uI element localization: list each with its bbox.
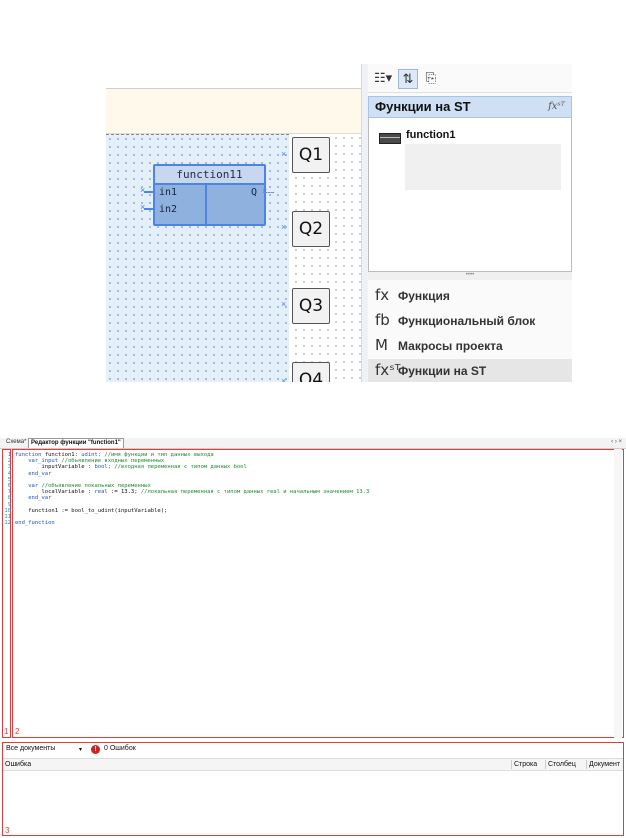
error-toolbar: Все документы ▾ ! 0 Ошибок [3, 743, 623, 757]
schema-canvas[interactable]: × × function11 in1 in2 Q × × × × × Q1 Q2… [106, 64, 361, 382]
code-line[interactable]: end_function [15, 520, 575, 526]
library-panel: ☷▾ ⇅ ⎘ Функции на ST fxˢᵀ function1 ••••… [368, 64, 572, 382]
code-token: end_function [15, 520, 55, 527]
function-table-icon [379, 133, 401, 144]
library-item-description [405, 144, 561, 190]
code-token: real [94, 489, 108, 496]
input-pin-in1[interactable]: in1 [159, 187, 177, 198]
fb-icon: fb [375, 311, 390, 329]
library-toolbar: ☷▾ ⇅ ⎘ [368, 64, 572, 93]
code-token: //объявление локальных переменных [41, 483, 151, 489]
code-token: function1 := bool_to_udint(inputVariable… [15, 507, 168, 514]
output-pin-q[interactable]: Q [251, 187, 257, 198]
code-text[interactable]: function function1: udint; //имя функции… [15, 452, 575, 526]
q1-connector-icon[interactable]: × [281, 149, 286, 159]
st-function-icon: fxˢᵀ [548, 101, 565, 112]
st-function-nav-icon: fxˢᵀ [375, 361, 401, 379]
macro-icon: M [375, 336, 388, 354]
fx-icon: fx [375, 286, 390, 304]
code-token: ; //входная переменная с типом данных bo… [107, 464, 247, 471]
view-options-icon[interactable]: ☷▾ [374, 69, 392, 87]
nav-function-block[interactable]: fb Функциональный блок [368, 309, 572, 333]
marker-3: 3 [5, 826, 10, 835]
marker-2: 2 [15, 727, 20, 736]
code-token: bool [94, 464, 108, 471]
library-splitter[interactable]: •••• [368, 272, 572, 280]
column-column[interactable]: Столбец [545, 760, 576, 769]
nav-project-macros[interactable]: M Макросы проекта [368, 334, 572, 358]
q3-connector-icon[interactable]: × [281, 299, 286, 309]
editor-tabbar: Схема* Редактор функции "function1" ‹ › … [0, 438, 626, 449]
output-q1[interactable]: Q1 [292, 137, 330, 173]
in2-connector-icon[interactable]: × [140, 202, 145, 212]
folder-icon[interactable]: ⎘ [422, 69, 440, 87]
code-token: end_var [15, 495, 52, 502]
nav-project-macros-label: Макросы проекта [398, 339, 503, 353]
function-editor-window: Схема* Редактор функции "function1" ‹ › … [0, 438, 626, 838]
nav-st-functions-label: Функции на ST [398, 364, 487, 378]
nav-function-label: Функция [398, 289, 450, 303]
code-token: inputVariable : [15, 464, 95, 471]
column-document[interactable]: Документ [586, 760, 620, 769]
error-list-panel: Все документы ▾ ! 0 Ошибок Ошибка Строка… [0, 742, 626, 838]
code-token: end_var [15, 470, 52, 477]
library-item-function1[interactable]: function1 [406, 129, 456, 141]
error-icon[interactable]: ! [91, 745, 100, 754]
code-token: //объявление входных переменных [61, 458, 165, 465]
marker-1: 1 [4, 727, 9, 736]
output-q2[interactable]: Q2 [292, 211, 330, 247]
line-number: 12 [4, 520, 11, 527]
output-q4[interactable]: Q4 [292, 362, 330, 382]
input-pin-in2[interactable]: in2 [159, 204, 177, 215]
code-token: := 13.3; [107, 489, 141, 496]
code-token: localVariable : [15, 489, 95, 496]
q4-connector-icon[interactable]: × [281, 376, 286, 382]
code-token: var [15, 483, 42, 489]
nav-function-block-label: Функциональный блок [398, 314, 536, 328]
library-section-header: Функции на ST fxˢᵀ [368, 96, 572, 118]
nav-st-functions[interactable]: fxˢᵀ Функции на ST [368, 359, 572, 382]
library-item-list: function1 [368, 118, 572, 272]
column-error[interactable]: Ошибка [5, 760, 31, 769]
function-block[interactable]: function11 in1 in2 Q [153, 164, 266, 226]
code-token: var_input [15, 458, 62, 465]
function-block-title: function11 [155, 166, 264, 185]
library-section-title: Функции на ST [375, 99, 471, 114]
tab-schema[interactable]: Схема* [4, 438, 28, 447]
schema-toolbar [106, 64, 361, 89]
tab-navigation-icons[interactable]: ‹ › × [611, 438, 622, 447]
code-editor-area[interactable]: 1 2 3 4 5 6 7 8 9 10 11 12 function function1: udin… [2, 449, 624, 739]
function-block-separator [205, 183, 207, 224]
q-connector-icon[interactable]: × [262, 186, 267, 196]
q2-connector-icon[interactable]: × [281, 222, 286, 232]
sort-icon[interactable]: ⇅ [398, 69, 418, 89]
document-filter-select[interactable]: Все документы [6, 745, 55, 752]
nav-function[interactable]: fx Функция [368, 284, 572, 308]
schema-editor: × × function11 in1 in2 Q × × × × × Q1 Q2… [106, 64, 572, 382]
chevron-down-icon[interactable]: ▾ [79, 746, 82, 753]
schema-header-area [106, 89, 361, 134]
line-number-gutter: 1 2 3 4 5 6 7 8 9 10 11 12 [3, 452, 11, 526]
column-line[interactable]: Строка [511, 760, 537, 769]
code-vertical-scrollbar[interactable] [614, 449, 622, 738]
tab-function-editor[interactable]: Редактор функции "function1" [28, 438, 124, 448]
code-token: //локальная переменная с типом данных re… [140, 489, 370, 496]
in1-connector-icon[interactable]: × [140, 185, 145, 195]
error-table-header: Ошибка Строка Столбец Документ [3, 758, 623, 771]
error-count[interactable]: 0 Ошибок [104, 745, 136, 752]
output-q3[interactable]: Q3 [292, 288, 330, 324]
